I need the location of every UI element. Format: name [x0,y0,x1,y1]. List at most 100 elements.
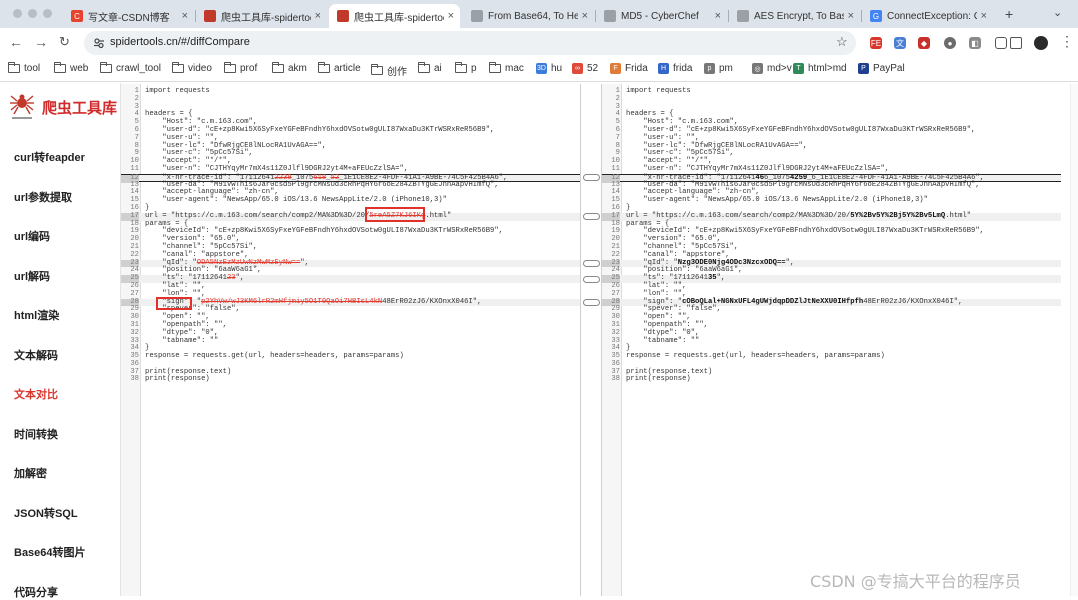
bookmark-label: prof [240,63,258,74]
new-tab-button[interactable]: + [1005,6,1013,22]
sidebar-item[interactable]: JSON转SQL [14,505,78,521]
bookmark-label: 52 [587,63,599,74]
code-segment: "channel": "5pCc57Si", [626,242,739,251]
back-button[interactable]: ← [9,34,23,50]
close-tab-icon[interactable]: × [715,10,721,22]
sidebar-item[interactable]: 文本对比 [14,386,58,402]
scrollbar[interactable] [1070,84,1078,596]
sidebar-item[interactable]: 文本解码 [14,347,58,363]
bookmark-item[interactable]: p [455,62,477,74]
cyberchef-icon [737,10,749,22]
close-tab-icon[interactable]: × [315,10,321,22]
bookmark-item[interactable]: F Frida [610,63,648,74]
bookmark-star-icon[interactable]: ☆ [836,34,848,50]
bookmark-item[interactable]: prof [224,62,258,74]
bookmark-item[interactable]: web [54,62,88,74]
bookmark-item[interactable]: article [318,62,361,74]
close-tab-icon[interactable]: × [582,10,588,22]
url-text: spidertools.cn/#/diffCompare [110,36,250,48]
bookmark-item[interactable]: ∞ 52 [572,63,598,74]
bookmark-label: Frida [625,63,648,74]
browser-tab[interactable]: G ConnectException: C × [862,4,993,28]
bookmark-item[interactable]: ◎ md>v [752,63,792,74]
side-panel-icon[interactable] [1010,37,1022,49]
close-tab-icon[interactable]: × [848,10,854,22]
highlight-box-url-segment [365,207,425,222]
site-info-icon[interactable] [93,37,105,49]
bookmark-item[interactable]: P PayPal [858,63,905,74]
code-segment: "user-u": "", [145,133,219,142]
sidebar-item[interactable]: url参数提取 [14,189,72,205]
sidebar-item[interactable]: html渲染 [14,307,59,323]
extension-icon[interactable]: FE [870,37,882,49]
sidebar-item[interactable]: 时间转换 [14,426,58,442]
browser-tab[interactable]: 爬虫工具库-spidertools × [329,4,460,28]
bookmark-item[interactable]: 创作 [371,63,407,78]
sidebar-item[interactable]: url编码 [14,228,50,244]
code-segment: ", [300,258,309,267]
bookmark-item[interactable]: 3D hu [536,63,562,74]
extension-icon[interactable]: ◧ [969,37,981,49]
code-segment: "user-lc": "DfwRjgCE8lNLocRA1UvAGA==", [145,141,327,150]
bookmark-item[interactable]: ai [418,62,442,74]
code-segment: "user-c": "5pCc57Si", [626,149,734,158]
sidebar-item[interactable]: Base64转图片 [14,544,86,560]
sidebar: 爬虫工具库 curl转feapder url参数提取 url编码 url解码 html渲… [0,83,121,599]
translate-icon[interactable]: 文 [894,37,906,49]
code-segment: print(response.text) [145,367,232,376]
code-segment: "ts": "17112641 [145,274,227,283]
browser-menu-icon[interactable]: ⋮ [1060,33,1074,50]
address-bar[interactable]: spidertools.cn/#/diffCompare ☆ [84,31,856,55]
browser-tab[interactable]: MD5 - CyberChef × [596,4,727,28]
browser-tab[interactable]: AES Encrypt, To Base × [729,4,860,28]
sidebar-item[interactable]: 代码分享 [14,584,58,600]
reload-button[interactable]: ↻ [59,34,70,50]
bookmark-item[interactable]: akm [272,62,307,74]
badge-icon: ◎ [752,63,763,74]
tab-search-chevron-icon[interactable]: ⌄ [1053,6,1062,19]
browser-tab[interactable]: From Base64, To Hex × [463,4,594,28]
bookmark-item[interactable]: Thtml>md [793,63,847,74]
profile-avatar[interactable] [1034,36,1048,50]
code-text: import requests [626,87,691,96]
sidebar-item[interactable]: 加解密 [14,465,47,481]
browser-tab[interactable]: 爬虫工具库-spidertools × [196,4,327,28]
bookmark-item[interactable]: crawl_tool [100,62,161,74]
close-tab-icon[interactable]: × [981,10,987,22]
sidebar-item[interactable]: curl转feapder [14,149,85,165]
code-text: "tabname": "" [145,337,218,346]
code-segment: params = { [145,219,189,228]
maximize-window-button[interactable] [43,9,52,18]
code-segment: "accept-language": "zh-cn", [626,188,760,197]
extension-icon[interactable]: ● [944,37,956,49]
folder-icon [371,64,383,75]
bookmark-item[interactable]: mac [489,62,524,74]
bookmark-item[interactable]: video [172,62,212,74]
bookmark-item[interactable]: tool [8,62,40,74]
code-segment: "user-c": "5pCc57Si", [145,149,253,158]
close-tab-icon[interactable]: × [182,10,188,22]
code-segment: print(response) [626,375,691,384]
code-text: "tabname": "" [626,337,699,346]
code-segment: response = requests.get(url, headers=hea… [626,352,885,361]
bookmark-label: video [188,63,212,74]
watermark-text: CSDN @专搞大平台的程序员 [810,572,1021,591]
extensions-puzzle-icon[interactable] [995,37,1007,49]
added-text: Nzg3ODE0Njg4ODc3NzcxODQ== [677,258,786,267]
extension-icon[interactable]: ◆ [918,37,930,49]
code-segment: import requests [626,87,691,95]
original-text-pane[interactable]: 1 import requests 2 3 4 headers = {5 "Host": … [121,84,581,596]
bookmark-item[interactable]: Hfrida [658,63,692,74]
browser-tab[interactable]: C 写文章-CSDN博客 × [63,4,194,28]
cyberchef-icon [471,10,483,22]
code-line: 15 "user-agent": "NewsApp/65.0 iOS/13.6 … [121,196,580,205]
forward-button[interactable]: → [34,34,48,50]
minimize-window-button[interactable] [28,9,37,18]
line-number: 38 [611,375,620,384]
bookmark-item[interactable]: p pm [704,63,733,74]
sidebar-item[interactable]: url解码 [14,268,50,284]
close-tab-icon[interactable]: × [448,10,454,22]
modified-text-pane[interactable]: 1 import requests 2 3 4 headers = {5 "Host": … [601,84,1061,596]
removed-text: 23 [226,274,236,283]
close-window-button[interactable] [13,9,22,18]
